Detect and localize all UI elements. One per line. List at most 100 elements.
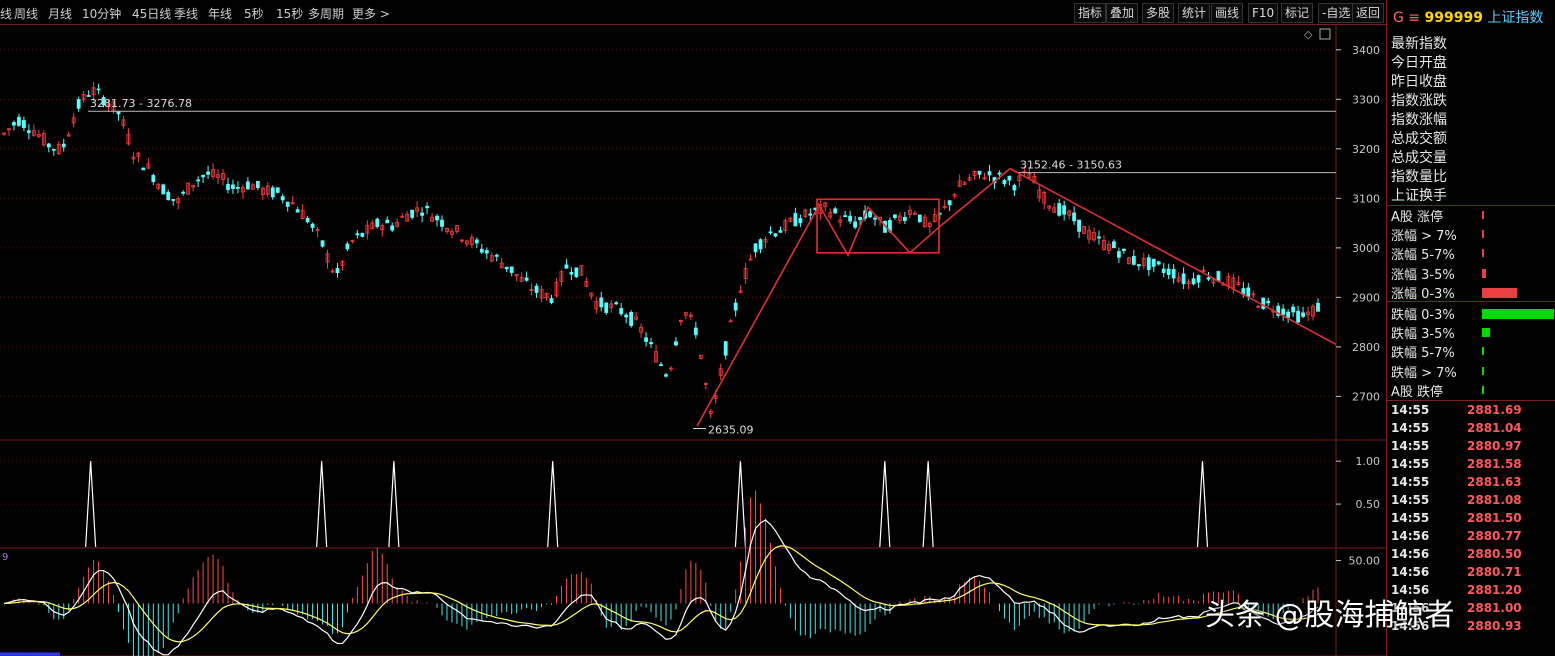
candle-body (564, 264, 569, 269)
candlestick-chart-area[interactable]: 3400 3300 3200 3100 3000 2900 2800 2700 3281.73 … (0, 0, 1386, 656)
stock-code: 999999 (1424, 10, 1483, 26)
tick-time: 14:56 (1391, 547, 1430, 561)
candle-body (987, 171, 992, 176)
candle-body (1246, 287, 1251, 297)
candle-body (599, 297, 604, 308)
spike-mark (388, 461, 400, 548)
candle-body (1112, 241, 1116, 249)
candle-body (1072, 212, 1077, 222)
breadth-bar (1482, 211, 1484, 219)
candle-body (768, 231, 773, 234)
candle-body (494, 254, 499, 257)
quote-panel: G ≡ 999999 上证指数 最新指数 今日开盘 昨日收盘 指数涨跌 指数涨幅 总成交额… (1386, 0, 1555, 656)
y-tick-label: 3000 (1352, 242, 1380, 255)
annotation-label: 3281.73 - 3276.78 (90, 97, 192, 110)
tick-time: 14:56 (1391, 565, 1430, 579)
candle-body (12, 122, 16, 126)
y-tick-label: 1.00 (1356, 455, 1381, 468)
candle-body (335, 268, 340, 274)
candle-body (280, 196, 285, 201)
candle-body (1286, 311, 1291, 318)
candle-body (793, 213, 798, 227)
candle-body (977, 170, 982, 175)
breadth-bar (1482, 309, 1554, 319)
breadth-bar (1482, 328, 1490, 338)
y-tick-label: 3200 (1352, 143, 1380, 156)
window-icon (1319, 28, 1331, 40)
candle-body (295, 209, 300, 213)
candle-body (196, 179, 201, 182)
candle-body (1077, 219, 1081, 232)
candle-body (778, 230, 783, 233)
breadth-label: A股 涨停 (1391, 210, 1444, 225)
candle-body (236, 187, 240, 189)
candle-body (873, 217, 877, 220)
candle-body (1117, 251, 1121, 258)
macd-dif-line (3, 519, 1319, 656)
breadth-bar (1482, 385, 1484, 394)
candle-body (1131, 256, 1136, 265)
y-tick-label: 3400 (1352, 44, 1380, 57)
candle-body (360, 232, 365, 237)
candle-body (1007, 175, 1012, 181)
candle-body (479, 248, 484, 253)
breadth-bar (1482, 268, 1486, 278)
candle-body (509, 266, 514, 273)
candle-body (1266, 300, 1271, 304)
breadth-label: A股 跌停 (1391, 384, 1444, 400)
candle-body (275, 187, 280, 193)
tick-price: 2881.00 (1467, 601, 1522, 615)
candle-body (1002, 180, 1007, 185)
candle-body (693, 327, 698, 336)
candle-body (853, 221, 858, 228)
candle-body (728, 320, 733, 323)
candle-body (723, 341, 728, 356)
tick-price: 2880.77 (1467, 529, 1522, 543)
candle-body (231, 184, 235, 189)
breadth-bar (1482, 347, 1484, 356)
candle-body (549, 298, 554, 304)
candle-body (917, 214, 922, 223)
macd-dea-line (3, 545, 1319, 643)
candle-body (22, 120, 26, 129)
macd-histogram (8, 490, 1319, 656)
candle-body (181, 191, 186, 194)
quote-field-label: 上证换手 (1391, 188, 1447, 204)
spike-mark (316, 461, 328, 548)
y-tick-label: 0.50 (1356, 498, 1381, 511)
tick-time: 14:55 (1391, 493, 1430, 507)
candle-body (624, 314, 629, 318)
candle-body (1062, 205, 1067, 215)
divider (1387, 400, 1555, 401)
candle-body (1291, 306, 1296, 313)
candle-body (201, 174, 205, 178)
breadth-label: 跌幅 > 7% (1391, 365, 1457, 381)
candle-body (1151, 258, 1156, 267)
candle-body (171, 199, 176, 201)
candle-body (659, 364, 663, 367)
tick-price: 2880.93 (1467, 619, 1522, 633)
spike-mark (85, 461, 97, 548)
breadth-bar (1482, 230, 1484, 239)
y-tick-label: 2700 (1352, 390, 1380, 403)
stock-name: 上证指数 (1487, 10, 1544, 26)
y-tick-label: 2900 (1352, 291, 1380, 304)
tick-price: 2881.58 (1467, 457, 1522, 471)
breadth-label: 跌幅 5-7% (1391, 346, 1455, 362)
breadth-bar (1482, 366, 1484, 375)
quote-field-label: 总成交量 (1391, 150, 1447, 166)
trend-line (1009, 167, 1337, 346)
y-tick-label: 3300 (1352, 93, 1380, 106)
candle-body (26, 130, 31, 133)
annotation-label: 3152.46 - 3150.63 (1020, 159, 1122, 172)
candle-body (1296, 310, 1300, 323)
breadth-label: 跌幅 3-5% (1391, 327, 1455, 343)
macd-period-label: 9 (2, 552, 8, 563)
candle-body (166, 191, 171, 201)
stock-header[interactable]: G ≡ 999999 上证指数 (1393, 7, 1543, 27)
candle-body (345, 243, 350, 250)
candle-body (245, 181, 250, 190)
candle-body (1166, 268, 1171, 275)
candle-body (1196, 275, 1201, 283)
quote-field-label: 指数量比 (1391, 169, 1447, 185)
